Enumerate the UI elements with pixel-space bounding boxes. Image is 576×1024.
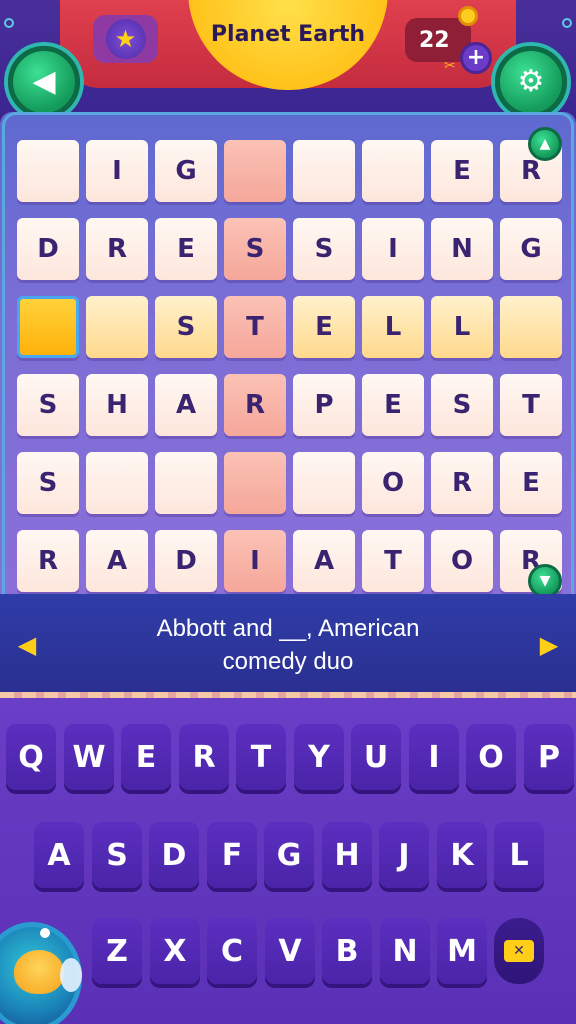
star-icon: ★ — [105, 19, 146, 59]
key-y[interactable]: Y — [294, 724, 344, 790]
key-s[interactable]: S — [92, 822, 142, 888]
previous-clue-button[interactable]: ◀ — [14, 630, 40, 660]
key-g[interactable]: G — [264, 822, 314, 888]
key-n[interactable]: N — [380, 918, 430, 984]
key-o[interactable]: O — [466, 724, 516, 790]
mascot-icon — [14, 950, 64, 994]
back-arrow-icon: ◀ — [32, 64, 56, 99]
scroll-down-button[interactable]: ▼ — [528, 564, 562, 598]
key-q[interactable]: Q — [6, 724, 56, 790]
chain-link-icon — [4, 18, 14, 28]
next-clue-button[interactable]: ▶ — [536, 630, 562, 660]
gear-icon: ⚙ — [517, 64, 545, 99]
key-x[interactable]: X — [150, 918, 200, 984]
settings-button[interactable]: ⚙ — [495, 46, 567, 118]
clue-line-1: Abbott and __, American — [156, 615, 420, 642]
delete-key[interactable]: ✕ — [494, 918, 544, 984]
category-badge[interactable]: ★ — [93, 15, 158, 63]
chain-link-icon — [562, 18, 572, 28]
key-u[interactable]: U — [351, 724, 401, 790]
key-r[interactable]: R — [179, 724, 229, 790]
mascot-antenna — [40, 928, 50, 938]
scissors-icon: ✂ — [444, 58, 456, 74]
key-a[interactable]: A — [34, 822, 84, 888]
chevron-down-icon: ▼ — [539, 573, 551, 589]
key-v[interactable]: V — [265, 918, 315, 984]
coin-icon — [458, 6, 478, 26]
mascot-wing — [60, 958, 82, 992]
key-m[interactable]: M — [437, 918, 487, 984]
board-frame — [2, 112, 574, 596]
add-coins-button[interactable]: + — [460, 42, 492, 74]
key-w[interactable]: W — [64, 724, 114, 790]
key-t[interactable]: T — [236, 724, 286, 790]
chevron-left-icon: ◀ — [17, 631, 37, 659]
chevron-up-icon: ▲ — [539, 136, 551, 152]
key-f[interactable]: F — [207, 822, 257, 888]
app-screen: Planet Earth ★ 22 ✂ + ◀ ⚙ IGERDRESSINGST… — [0, 0, 576, 1024]
back-button[interactable]: ◀ — [8, 46, 80, 118]
key-z[interactable]: Z — [92, 918, 142, 984]
key-e[interactable]: E — [121, 724, 171, 790]
coin-count: 22 — [419, 27, 450, 53]
keyboard: QWERTYUIOP ASDFGHJKL ZXCVBNM — [0, 698, 576, 1024]
key-k[interactable]: K — [437, 822, 487, 888]
chevron-right-icon: ▶ — [539, 631, 559, 659]
backspace-icon: ✕ — [504, 940, 534, 962]
key-j[interactable]: J — [379, 822, 429, 888]
key-b[interactable]: B — [322, 918, 372, 984]
scroll-up-button[interactable]: ▲ — [528, 127, 562, 161]
key-c[interactable]: C — [207, 918, 257, 984]
key-l[interactable]: L — [494, 822, 544, 888]
puzzle-title: Planet Earth — [210, 22, 366, 47]
clue-text: Abbott and __, American comedy duo — [100, 612, 476, 678]
key-d[interactable]: D — [149, 822, 199, 888]
key-h[interactable]: H — [322, 822, 372, 888]
clue-line-2: comedy duo — [222, 648, 354, 675]
key-i[interactable]: I — [409, 724, 459, 790]
key-p[interactable]: P — [524, 724, 574, 790]
